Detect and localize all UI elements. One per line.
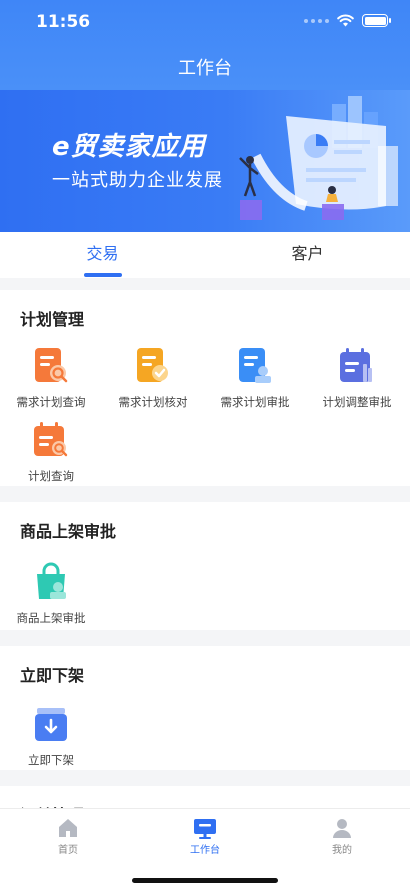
grid-item-label: 需求计划审批 [220,395,290,409]
banner-subtitle: 一站式助力企业发展 [52,170,223,191]
calendar-search-icon [34,422,68,457]
tabbar-workbench[interactable]: 工作台 [165,817,245,856]
grid-item-label: 需求计划核对 [118,395,188,409]
home-indicator [132,878,278,883]
section-product-listing-approval: 商品上架审批 商品上架审批 [0,502,410,630]
plan-adjust-icon [340,348,372,382]
plan-query-button[interactable]: 计划查询 [0,420,102,484]
section-delist-now: 立即下架 立即下架 [0,646,410,770]
tab-bar-top: 交易 客户 [0,232,410,278]
product-listing-approve-button[interactable]: 商品上架审批 [0,562,102,626]
section-title: 商品上架审批 [20,522,117,541]
grid-item-label: 计划调整审批 [322,395,392,409]
shopping-bag-icon [37,562,66,599]
banner-title: e贸卖家应用 [52,132,206,162]
inbox-down-icon [35,708,67,741]
tabbar-me[interactable]: 我的 [302,817,382,856]
grid-item-label: 立即下架 [28,753,74,767]
tabbar-home[interactable]: 首页 [28,817,108,856]
tabbar-label: 工作台 [190,845,220,856]
promo-banner[interactable]: e贸卖家应用 一站式助力企业发展 [0,90,410,232]
person-icon [333,819,351,838]
status-icons [304,14,391,27]
banner-illustration [239,96,398,220]
grid-item-label: 需求计划查询 [16,395,86,409]
page-title: 工作台 [178,58,232,79]
status-bar: 11:56 [0,0,410,44]
status-time: 11:56 [36,12,91,32]
plan-adjust-approve-button[interactable]: 计划调整审批 [306,346,408,410]
battery-icon [362,14,391,27]
grid-item-label: 计划查询 [28,469,74,483]
plan-check-icon [137,348,168,382]
header: 11:56 工作台 [0,0,410,90]
workbench-icon [194,819,216,839]
delist-now-button[interactable]: 立即下架 [0,704,102,768]
signal-icon [304,18,329,23]
home-icon [59,819,77,837]
plan-demand-approve-button[interactable]: 需求计划审批 [204,346,306,410]
plan-demand-query-button[interactable]: 需求计划查询 [0,346,102,410]
section-plan-management: 计划管理 需求计划查询 需求计划核对 需求计划审批 计划调整审批 计划查询 [0,290,410,486]
plan-search-icon [35,348,68,383]
tabbar-label: 首页 [58,845,78,856]
tab-active-indicator [84,273,122,277]
wifi-icon [337,14,354,27]
tabbar-label: 我的 [332,845,352,856]
section-title: 立即下架 [20,666,85,685]
plan-demand-check-button[interactable]: 需求计划核对 [102,346,204,410]
section-title: 计划管理 [20,310,85,329]
tab-trade[interactable]: 交易 [0,232,205,278]
tab-customer[interactable]: 客户 [205,232,410,278]
grid-item-label: 商品上架审批 [16,611,86,625]
plan-approve-icon [239,348,271,383]
